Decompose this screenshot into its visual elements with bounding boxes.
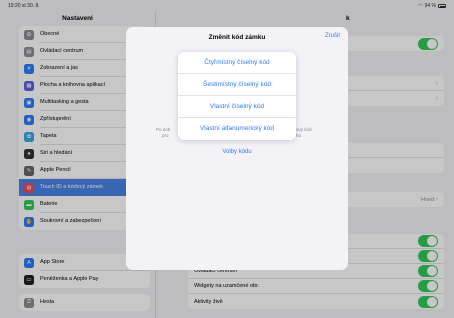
option-4-digit[interactable]: Čtyřmístný číselný kód [178,52,296,74]
passcode-options-menu: Čtyřmístný číselný kód Šestimístný čísel… [178,52,296,140]
option-custom-numeric[interactable]: Vlastní číselný kód [178,96,296,118]
passcode-options-link[interactable]: Volby kódu [126,149,348,155]
sheet-hint-right: ový kód ho [296,127,312,138]
cancel-button[interactable]: Zrušit [325,33,340,39]
status-time: 19:20 st 30. 8. [8,3,40,9]
sheet-hint: Po dob pro [156,127,171,138]
option-6-digit[interactable]: Šestimístný číselný kód [178,74,296,96]
option-custom-alphanumeric[interactable]: Vlastní alfanumerický kód [178,118,296,140]
status-bar: 19:20 st 30. 8. ◠ 94 % [0,0,454,12]
status-indicators: ◠ 94 % [418,3,446,9]
battery-percent: 94 % [424,3,436,9]
sheet-title: Změnit kód zámku [208,34,266,41]
wifi-icon: ◠ [418,3,423,9]
battery-icon [438,4,446,8]
